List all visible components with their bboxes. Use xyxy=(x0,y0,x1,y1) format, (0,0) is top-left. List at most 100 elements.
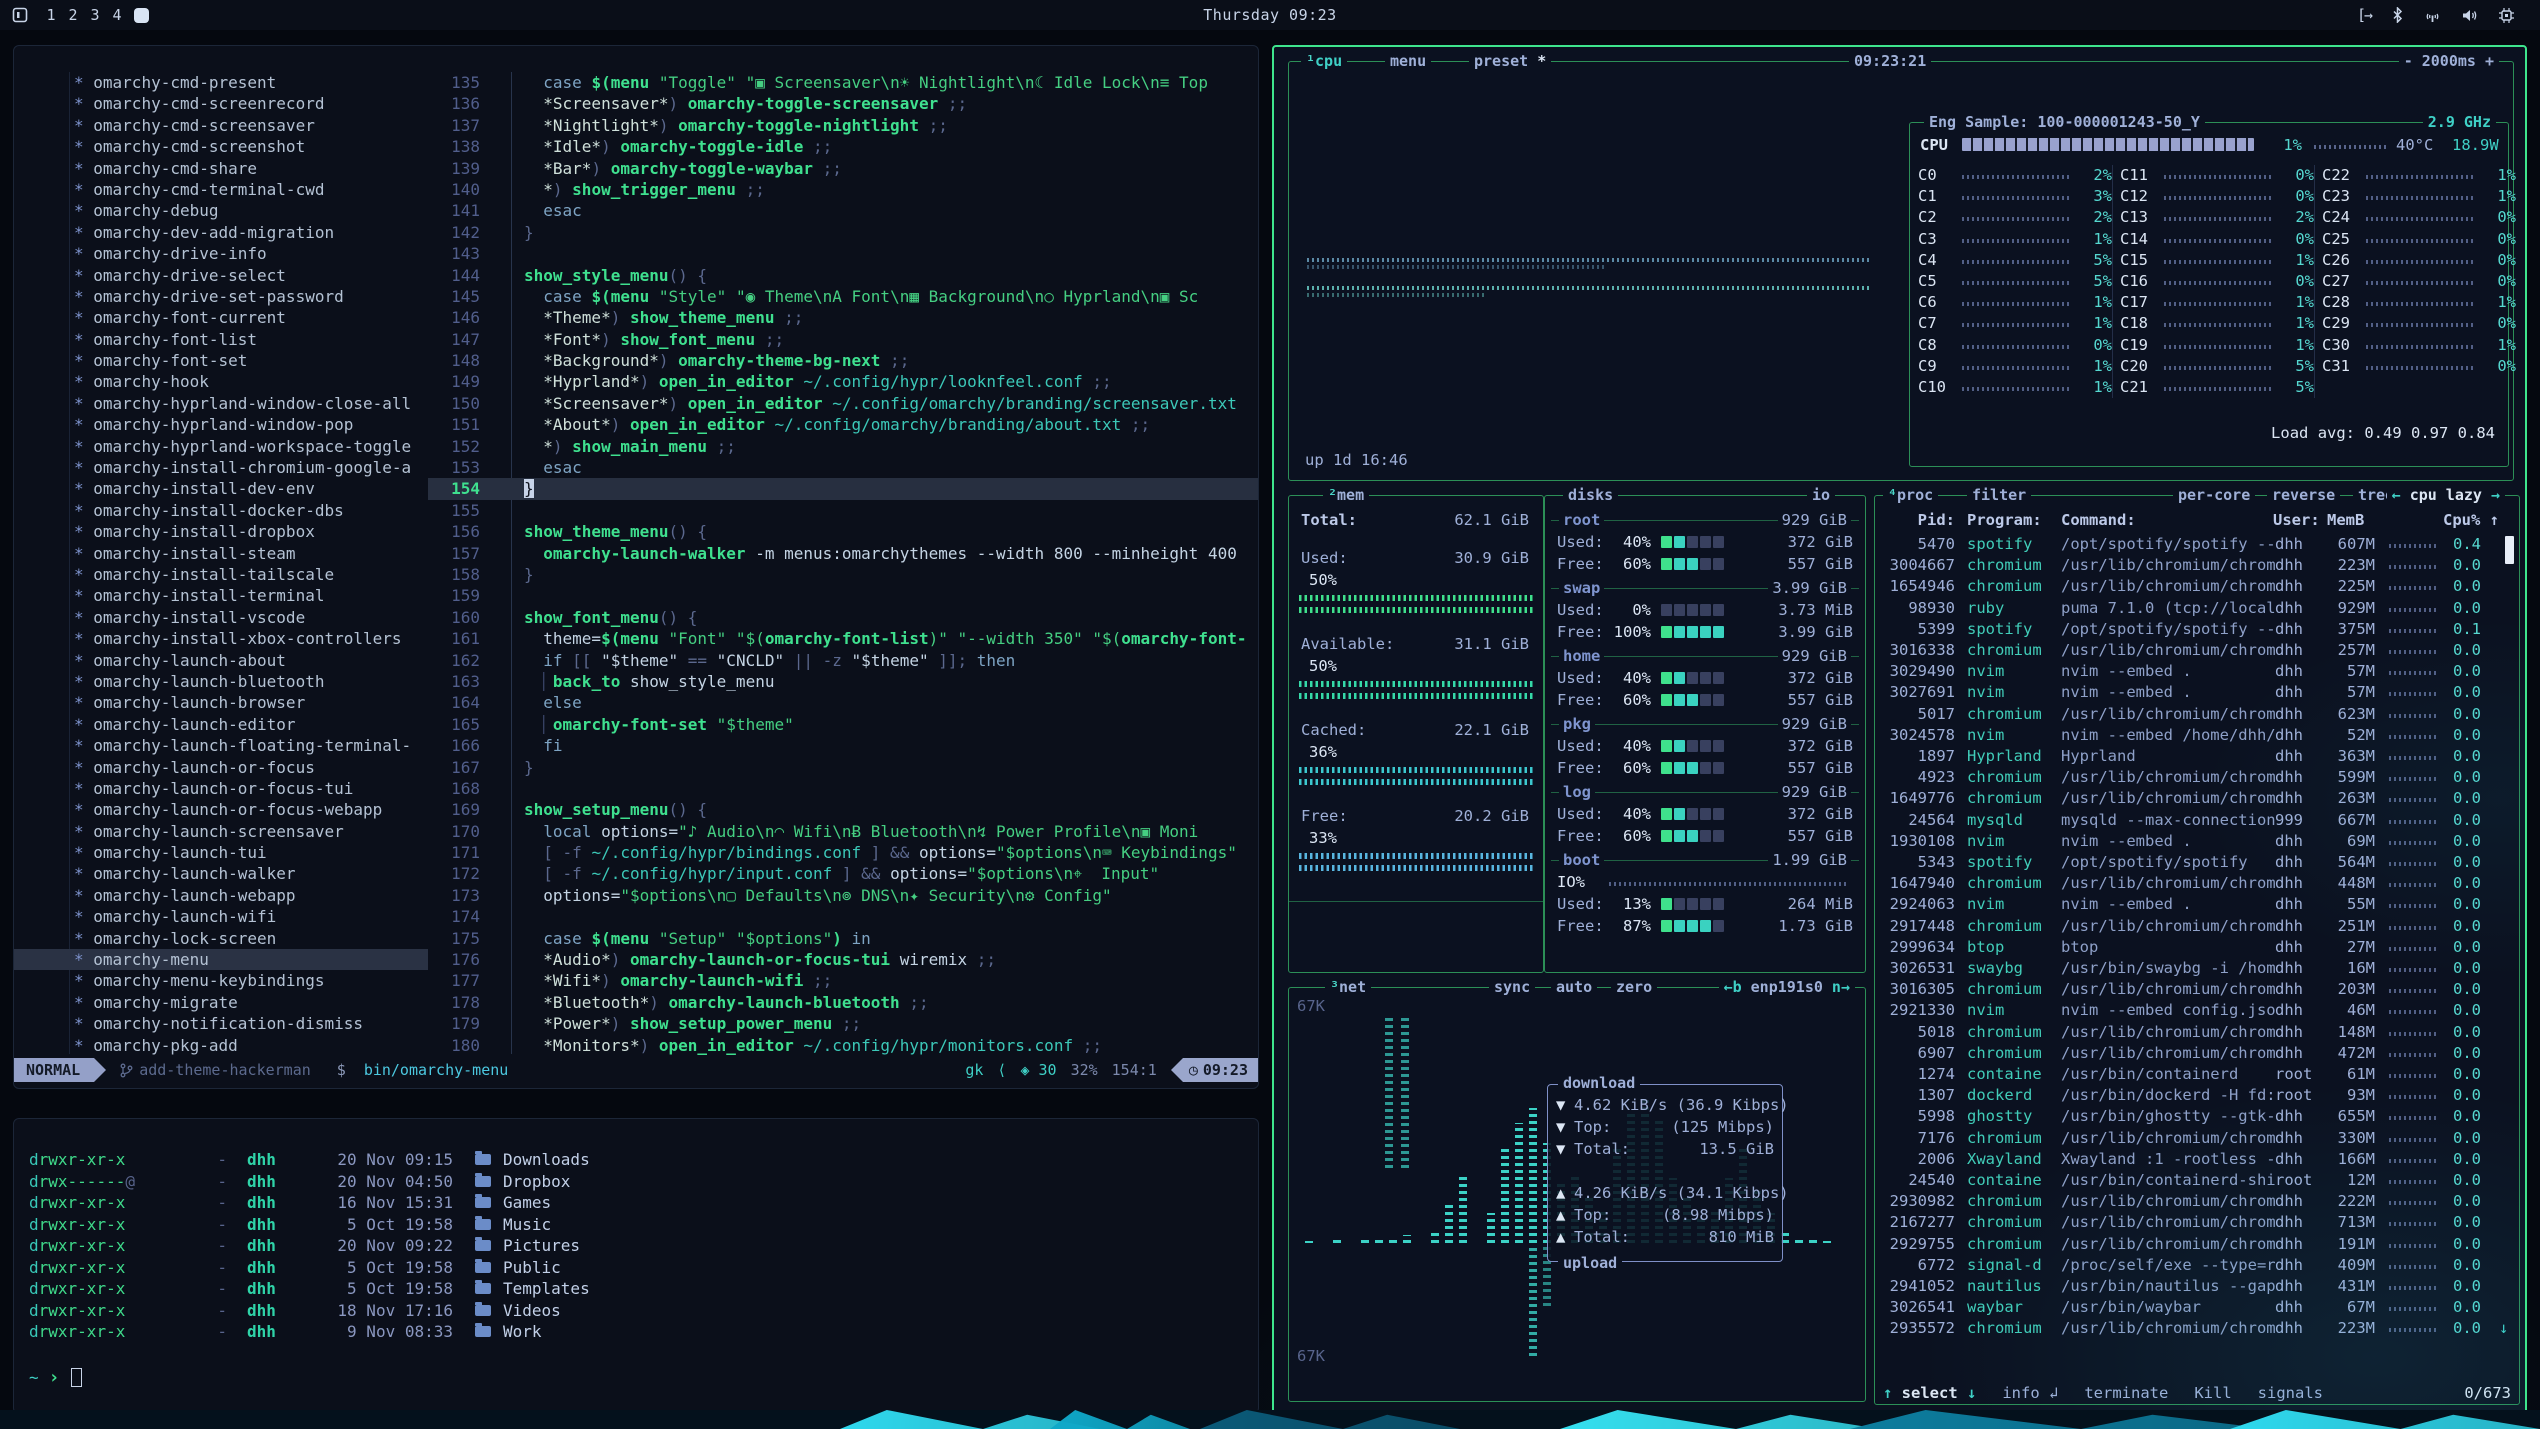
proc-row[interactable]: 5399spotify/opt/spotify/spotify --dhh375… xyxy=(1875,619,2519,640)
file-item[interactable]: * omarchy-menu xyxy=(14,949,428,970)
info-button[interactable]: info ↲ xyxy=(2002,1384,2058,1402)
workspace-1[interactable]: 1 xyxy=(40,6,62,24)
workspace-2[interactable]: 2 xyxy=(62,6,84,24)
menu-button[interactable]: menu xyxy=(1385,51,1431,71)
sort-mode[interactable]: ← cpu lazy → xyxy=(2387,485,2505,505)
file-item[interactable]: * omarchy-font-list xyxy=(14,329,428,350)
file-item[interactable]: * omarchy-launch-floating-terminal- xyxy=(14,735,428,756)
file-item[interactable]: * omarchy-launch-or-focus xyxy=(14,757,428,778)
proc-row[interactable]: 1897HyprlandHyprlanddhh363M0.0 xyxy=(1875,746,2519,767)
proc-row[interactable]: 3016338chromium/usr/lib/chromium/chromdh… xyxy=(1875,640,2519,661)
shell-prompt[interactable]: ~› xyxy=(29,1367,1248,1389)
file-item[interactable]: * omarchy-font-current xyxy=(14,307,428,328)
proc-row[interactable]: 1307dockerd/usr/bin/dockerd -H fd:root93… xyxy=(1875,1085,2519,1106)
select-button[interactable]: ↑ select ↓ xyxy=(1883,1384,1976,1402)
interval-control[interactable]: - 2000ms + xyxy=(2399,51,2499,71)
proc-row[interactable]: 2167277chromium/usr/lib/chromium/chromdh… xyxy=(1875,1212,2519,1233)
proc-row[interactable]: 3029490nvimnvim --embed .dhh57M0.0 xyxy=(1875,661,2519,682)
tab-proc[interactable]: ⁴proc xyxy=(1883,485,1938,505)
proc-row[interactable]: 7176chromium/usr/lib/chromium/chromdhh33… xyxy=(1875,1128,2519,1149)
proc-row[interactable]: 2999634btopbtopdhh27M0.0 xyxy=(1875,937,2519,958)
file-item[interactable]: * omarchy-pkg-add xyxy=(14,1035,428,1056)
file-item[interactable]: * omarchy-menu-keybindings xyxy=(14,970,428,991)
proc-row[interactable]: 1649776chromium/usr/lib/chromium/chromdh… xyxy=(1875,788,2519,809)
tab-cpu[interactable]: ¹cpu xyxy=(1301,51,1347,71)
proc-row[interactable]: 3026531swaybg/usr/bin/swaybg -i /homdhh1… xyxy=(1875,958,2519,979)
proc-row[interactable]: 24540containe/usr/bin/containerd-shiroot… xyxy=(1875,1170,2519,1191)
tab-disks[interactable]: disks xyxy=(1563,485,1618,505)
file-item[interactable]: * omarchy-launch-webapp xyxy=(14,885,428,906)
workspace-3[interactable]: 3 xyxy=(84,6,106,24)
chip-icon[interactable] xyxy=(2499,8,2514,23)
file-item[interactable]: * omarchy-install-docker-dbs xyxy=(14,500,428,521)
file-item[interactable]: * omarchy-install-chromium-google-a xyxy=(14,457,428,478)
file-item[interactable]: * omarchy-font-set xyxy=(14,350,428,371)
proc-row[interactable]: 1654946chromium/usr/lib/chromium/chromdh… xyxy=(1875,576,2519,597)
workspace-4[interactable]: 4 xyxy=(106,6,128,24)
preset-button[interactable]: preset * xyxy=(1469,51,1551,71)
file-item[interactable]: * omarchy-drive-info xyxy=(14,243,428,264)
bluetooth-icon[interactable] xyxy=(2392,7,2403,23)
terminate-button[interactable]: terminate xyxy=(2084,1384,2168,1402)
signals-button[interactable]: signals xyxy=(2258,1384,2323,1402)
proc-row[interactable]: 2917448chromium/usr/lib/chromium/chromdh… xyxy=(1875,916,2519,937)
workspace-active-indicator[interactable] xyxy=(134,8,149,23)
proc-row[interactable]: 5343spotify/opt/spotify/spotifydhh564M0.… xyxy=(1875,852,2519,873)
per-core-button[interactable]: per-core xyxy=(2173,485,2255,505)
file-item[interactable]: * omarchy-launch-bluetooth xyxy=(14,671,428,692)
proc-row[interactable]: 2924063nvimnvim --embed .dhh55M0.0 xyxy=(1875,894,2519,915)
file-item[interactable]: * omarchy-cmd-share xyxy=(14,158,428,179)
file-item[interactable]: * omarchy-install-tailscale xyxy=(14,564,428,585)
proc-row[interactable]: 2930982chromium/usr/lib/chromium/chromdh… xyxy=(1875,1191,2519,1212)
file-item[interactable]: * omarchy-install-terminal xyxy=(14,585,428,606)
network-icon[interactable] xyxy=(2424,8,2441,23)
proc-row[interactable]: 3026541waybar/usr/bin/waybardhh67M0.0 xyxy=(1875,1297,2519,1318)
proc-row[interactable]: 2921330nvimnvim --embed config.jsodhh46M… xyxy=(1875,1000,2519,1021)
file-item[interactable]: * omarchy-launch-tui xyxy=(14,842,428,863)
proc-row[interactable]: 3016305chromium/usr/lib/chromium/chromdh… xyxy=(1875,979,2519,1000)
tab-net[interactable]: ³net xyxy=(1325,977,1371,997)
file-item[interactable]: * omarchy-launch-or-focus-tui xyxy=(14,778,428,799)
file-item[interactable]: * omarchy-dev-add-migration xyxy=(14,222,428,243)
proc-row[interactable]: 24564mysqldmysqld --max-connection999667… xyxy=(1875,810,2519,831)
file-item[interactable]: * omarchy-launch-editor xyxy=(14,714,428,735)
proc-row[interactable]: 1274containe/usr/bin/containerdroot61M0.… xyxy=(1875,1064,2519,1085)
interface-selector[interactable]: ←b enp191s0 n→ xyxy=(1719,977,1855,997)
file-item[interactable]: * omarchy-launch-wifi xyxy=(14,906,428,927)
file-item[interactable]: * omarchy-hyprland-window-close-all xyxy=(14,393,428,414)
file-item[interactable]: * omarchy-launch-screensaver xyxy=(14,821,428,842)
proc-scrollbar[interactable] xyxy=(2505,536,2514,564)
file-item[interactable]: * omarchy-launch-browser xyxy=(14,692,428,713)
file-item[interactable]: * omarchy-cmd-screenshot xyxy=(14,136,428,157)
file-item[interactable]: * omarchy-cmd-screensaver xyxy=(14,115,428,136)
proc-row[interactable]: 2941052nautilus/usr/bin/nautilus --gapdh… xyxy=(1875,1276,2519,1297)
file-item[interactable]: * omarchy-drive-set-password xyxy=(14,286,428,307)
proc-row[interactable]: 2006XwaylandXwayland :1 -rootless -dhh16… xyxy=(1875,1149,2519,1170)
file-item[interactable]: * omarchy-install-vscode xyxy=(14,607,428,628)
file-item[interactable]: * omarchy-install-dropbox xyxy=(14,521,428,542)
proc-row[interactable]: 6772signal-d/proc/self/exe --type=rdhh40… xyxy=(1875,1255,2519,1276)
tab-mem[interactable]: ²mem xyxy=(1323,485,1369,505)
proc-row[interactable]: 3024578nvimnvim --embed /home/dhh/dhh52M… xyxy=(1875,725,2519,746)
proc-row[interactable]: 1647940chromium/usr/lib/chromium/chromdh… xyxy=(1875,873,2519,894)
kill-button[interactable]: Kill xyxy=(2194,1384,2231,1402)
file-item[interactable]: * omarchy-cmd-terminal-cwd xyxy=(14,179,428,200)
logout-icon[interactable]: [→ xyxy=(2357,6,2371,24)
file-item[interactable]: * omarchy-lock-screen xyxy=(14,928,428,949)
omarchy-logo-icon[interactable] xyxy=(12,7,28,23)
file-item[interactable]: * omarchy-hyprland-window-pop xyxy=(14,414,428,435)
io-toggle[interactable]: io xyxy=(1807,485,1835,505)
proc-row[interactable]: 6907chromium/usr/lib/chromium/chromdhh47… xyxy=(1875,1043,2519,1064)
proc-row[interactable]: 5470spotify/opt/spotify/spotify --dhh607… xyxy=(1875,534,2519,555)
proc-row[interactable]: 2929755chromium/usr/lib/chromium/chromdh… xyxy=(1875,1234,2519,1255)
file-item[interactable]: * omarchy-install-xbox-controllers xyxy=(14,628,428,649)
proc-row[interactable]: 98930rubypuma 7.1.0 (tcp://localdhh929M0… xyxy=(1875,598,2519,619)
file-item[interactable]: * omarchy-launch-about xyxy=(14,650,428,671)
file-item[interactable]: * omarchy-launch-walker xyxy=(14,863,428,884)
file-item[interactable]: * omarchy-launch-or-focus-webapp xyxy=(14,799,428,820)
reverse-button[interactable]: reverse xyxy=(2267,485,2340,505)
proc-row[interactable]: 5998ghostty/usr/bin/ghostty --gtk-dhh655… xyxy=(1875,1106,2519,1127)
proc-row[interactable]: 4923chromium/usr/lib/chromium/chromdhh59… xyxy=(1875,767,2519,788)
file-item[interactable]: * omarchy-debug xyxy=(14,200,428,221)
file-item[interactable]: * omarchy-hyprland-workspace-toggle xyxy=(14,436,428,457)
